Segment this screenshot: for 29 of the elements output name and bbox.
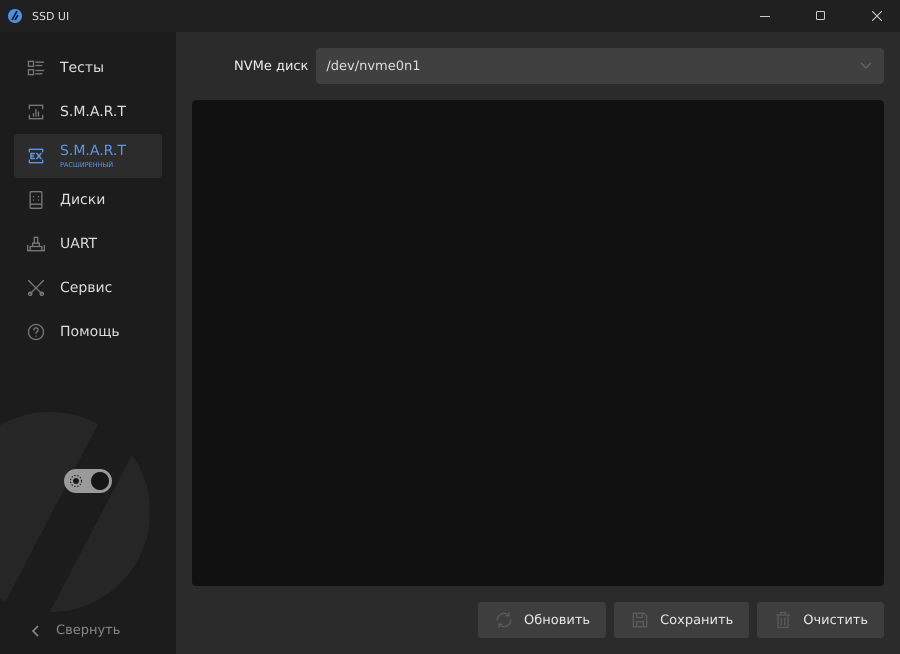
- sidebar-item[interactable]: Диски: [14, 178, 162, 222]
- window-title: SSD UI: [32, 10, 70, 22]
- chevron-down-icon: [860, 62, 872, 70]
- help-icon: [26, 322, 46, 342]
- sidebar-item[interactable]: Помощь: [14, 310, 162, 354]
- sun-icon: [69, 474, 83, 488]
- maximize-icon: [816, 11, 826, 21]
- theme-toggle[interactable]: [64, 469, 112, 493]
- list-icon: [26, 58, 46, 78]
- disk-select[interactable]: /dev/nvme0n1: [316, 48, 884, 84]
- tools-icon: [26, 278, 46, 298]
- sidebar-item[interactable]: Сервис: [14, 266, 162, 310]
- item-label: S.M.A.R.T: [60, 143, 126, 159]
- action-button[interactable]: Сохранить: [614, 602, 750, 638]
- chevron-left-icon: [32, 624, 40, 636]
- close-icon: [872, 11, 882, 21]
- sidebar-item[interactable]: S.M.A.R.T: [14, 90, 162, 134]
- collapse-button[interactable]: Свернуть: [14, 623, 162, 638]
- field-label: NVMe диск: [234, 58, 308, 74]
- action-button[interactable]: Очистить: [757, 602, 884, 638]
- connector-icon: [26, 234, 46, 254]
- sidebar-item[interactable]: Тесты: [14, 46, 162, 90]
- app-logo-icon: [8, 9, 22, 23]
- refresh-icon: [494, 610, 514, 630]
- sidebar-item[interactable]: UART: [14, 222, 162, 266]
- chart-icon: [26, 102, 46, 122]
- action-button[interactable]: Обновить: [478, 602, 606, 638]
- save-icon: [630, 610, 650, 630]
- ex-icon: [26, 146, 46, 166]
